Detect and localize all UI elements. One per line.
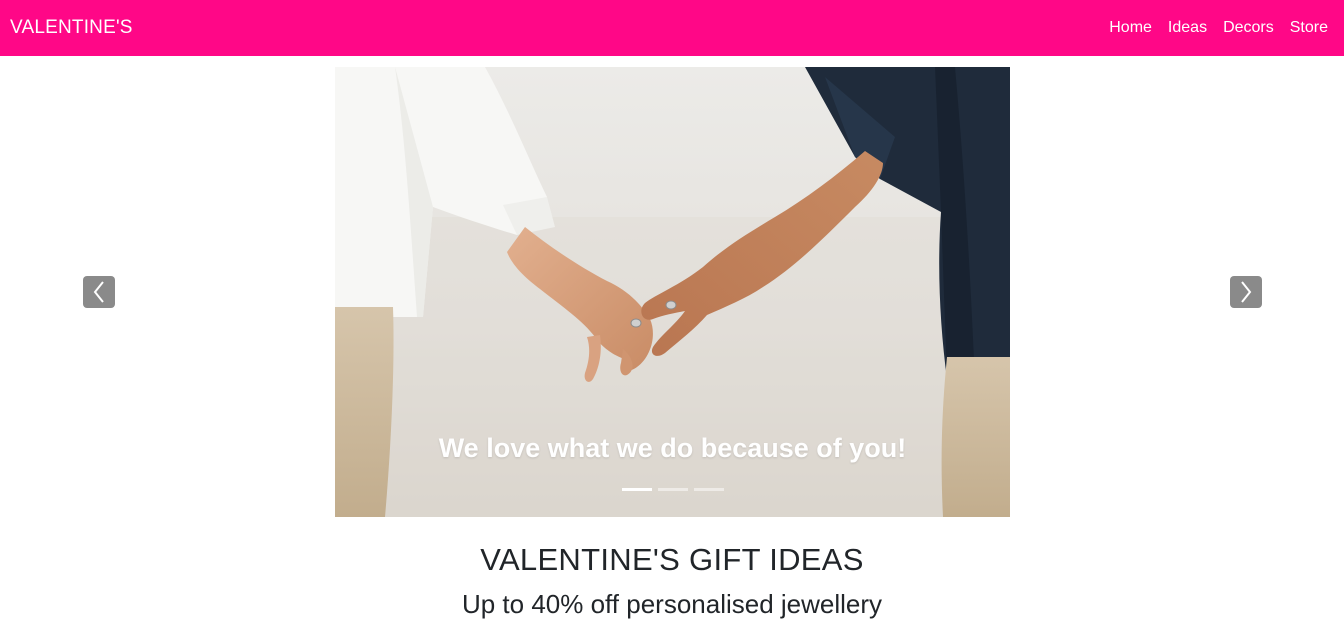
brand-logo[interactable]: VALENTINE'S bbox=[10, 17, 133, 39]
navbar: VALENTINE'S Home Ideas Decors Store bbox=[0, 0, 1344, 56]
nav-link-decors[interactable]: Decors bbox=[1223, 19, 1274, 37]
page-title: VALENTINE'S GIFT IDEAS bbox=[480, 542, 864, 577]
nav-links: Home Ideas Decors Store bbox=[1109, 19, 1328, 37]
chevron-right-icon bbox=[1241, 281, 1252, 303]
carousel-caption: We love what we do because of you! bbox=[438, 433, 907, 463]
carousel-indicator-2[interactable] bbox=[657, 488, 688, 491]
nav-link-store[interactable]: Store bbox=[1290, 19, 1328, 37]
promo-subtitle: Up to 40% off personalised jewellery bbox=[461, 589, 883, 619]
nav-link-home[interactable]: Home bbox=[1109, 19, 1152, 37]
carousel-prev-button[interactable] bbox=[83, 276, 115, 308]
carousel-indicator-3[interactable] bbox=[693, 488, 724, 491]
hero-carousel: We love what we do because of you! bbox=[335, 67, 1010, 517]
nav-link-ideas[interactable]: Ideas bbox=[1168, 19, 1207, 37]
carousel-next-button[interactable] bbox=[1230, 276, 1262, 308]
chevron-left-icon bbox=[93, 281, 104, 303]
carousel-indicator-1[interactable] bbox=[621, 488, 652, 491]
carousel-indicators bbox=[335, 488, 1010, 491]
